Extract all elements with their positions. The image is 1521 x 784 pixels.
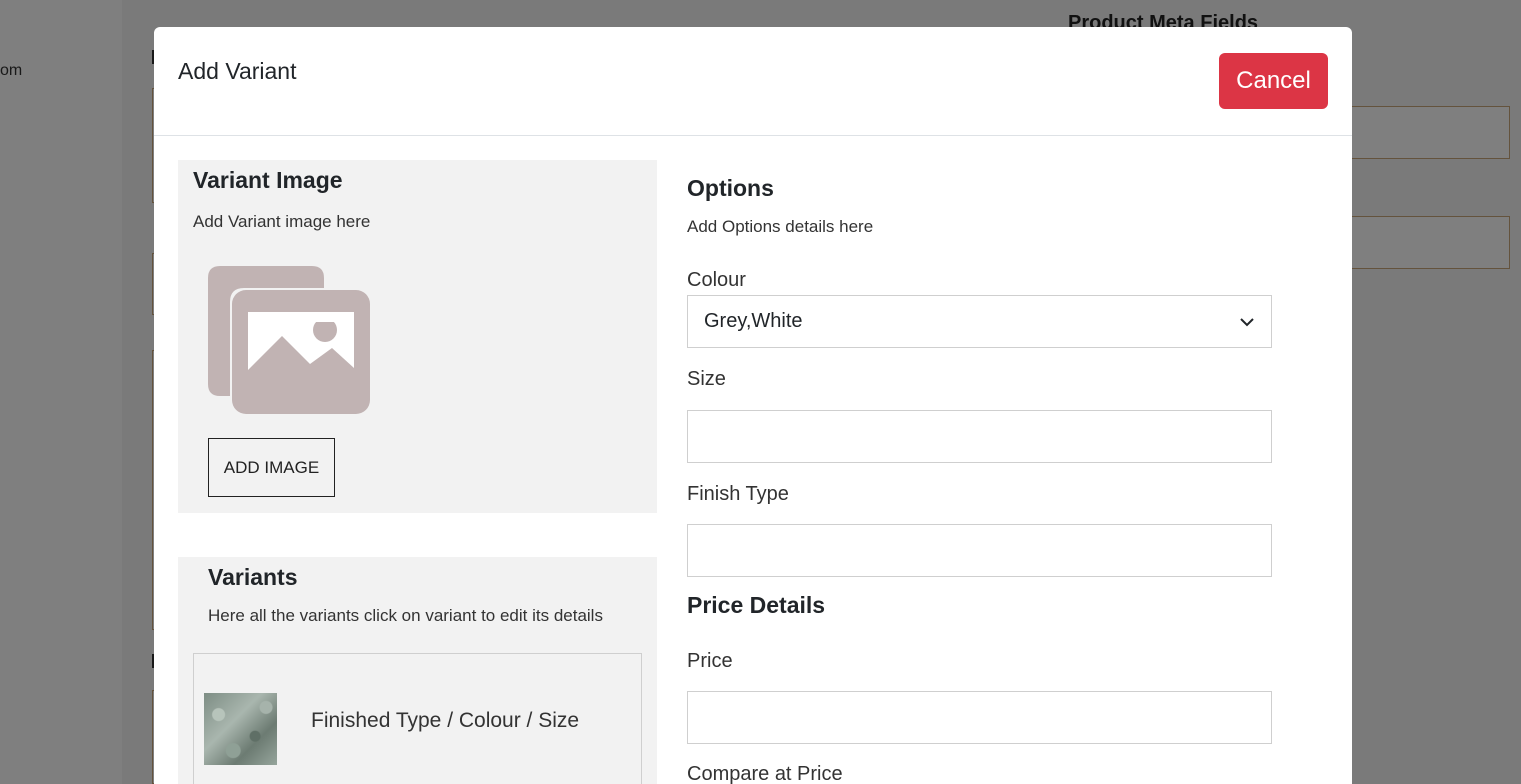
colour-label: Colour <box>687 269 746 291</box>
finish-type-label: Finish Type <box>687 483 789 505</box>
price-details-title: Price Details <box>687 592 826 618</box>
cancel-button[interactable]: Cancel <box>1219 53 1328 109</box>
variants-title: Variants <box>208 564 298 590</box>
variant-thumbnail <box>204 693 277 765</box>
finish-type-input[interactable] <box>687 524 1272 577</box>
options-subtitle: Add Options details here <box>687 217 874 236</box>
variants-subtitle: Here all the variants click on variant t… <box>208 606 603 625</box>
compare-at-price-label: Compare at Price <box>687 763 843 784</box>
size-label: Size <box>687 368 726 390</box>
colour-select[interactable]: Grey,White <box>687 295 1272 348</box>
variant-label: Finished Type / Colour / Size <box>311 709 580 732</box>
variant-image-title: Variant Image <box>193 167 343 193</box>
variants-panel: Variants Here all the variants click on … <box>178 557 657 784</box>
modal-header: Add Variant Cancel <box>154 27 1352 136</box>
colour-select-value: Grey,White <box>704 310 803 332</box>
price-label: Price <box>687 650 733 672</box>
variant-list-item[interactable]: Finished Type / Colour / Size <box>193 653 642 784</box>
variant-image-panel: Variant Image Add Variant image here ADD… <box>178 160 657 513</box>
image-placeholder-icon <box>208 266 370 414</box>
size-input[interactable] <box>687 410 1272 463</box>
chevron-down-icon <box>1240 317 1254 326</box>
options-title: Options <box>687 175 774 201</box>
modal-title: Add Variant <box>178 58 297 84</box>
add-image-button[interactable]: ADD IMAGE <box>208 438 335 497</box>
variant-image-subtitle: Add Variant image here <box>193 212 371 231</box>
price-input[interactable] <box>687 691 1272 744</box>
add-variant-modal: Add Variant Cancel Variant Image Add Var… <box>154 27 1352 784</box>
